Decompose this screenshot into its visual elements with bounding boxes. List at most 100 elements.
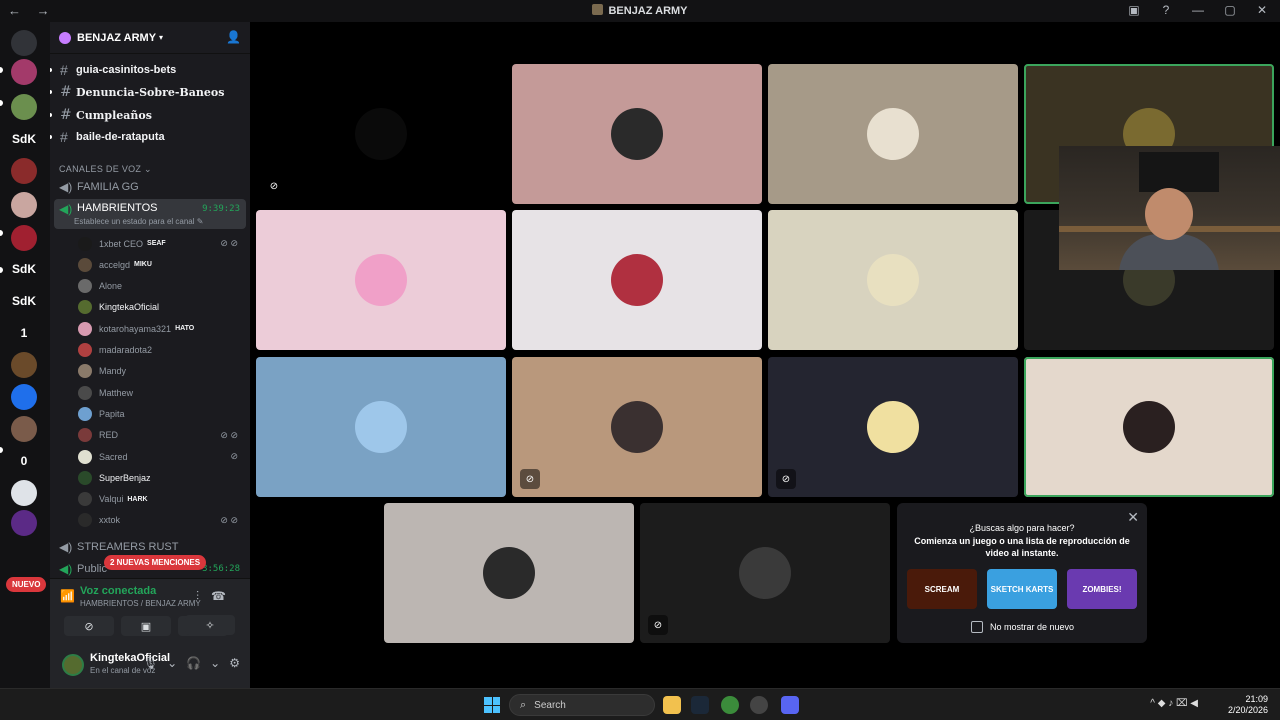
voice-member[interactable]: Sacred ⊘ xyxy=(78,447,244,466)
server-icon[interactable] xyxy=(11,352,37,378)
server-icon[interactable]: 1 xyxy=(11,320,37,346)
unread-pip xyxy=(0,447,3,453)
video-tile[interactable]: ⊘ xyxy=(768,357,1018,497)
noise-suppression-icon[interactable]: ⫶ xyxy=(196,589,211,603)
dont-show-checkbox[interactable] xyxy=(971,621,983,633)
signal-icon[interactable]: 📶 xyxy=(60,589,75,603)
video-tile[interactable] xyxy=(512,64,762,204)
server-icon[interactable]: SdK xyxy=(11,288,37,314)
text-channel[interactable]: # baile-de-rataputa xyxy=(50,127,250,147)
video-tile[interactable] xyxy=(768,210,1018,350)
channel-status[interactable]: Establece un estado para el canal ✎ xyxy=(74,217,203,226)
headphones-icon[interactable]: 🎧 xyxy=(186,656,201,670)
voice-channel-hambrientos[interactable]: ◀) HAMBRIENTOS 9:39:23 Establece un estad… xyxy=(54,199,246,229)
server-icon[interactable] xyxy=(11,416,37,442)
webcam-preview[interactable] xyxy=(1059,146,1280,270)
game-card[interactable]: SCREAM xyxy=(907,569,977,609)
server-header[interactable]: BENJAZ ARMY ▾ 👤 xyxy=(50,22,250,54)
add-member-icon[interactable]: 👤 xyxy=(226,30,241,44)
voice-member[interactable]: Alone xyxy=(78,277,244,296)
voice-member[interactable]: RED ⊘ ⊘ xyxy=(78,426,244,445)
help-icon[interactable]: ? xyxy=(1158,3,1174,17)
video-tile[interactable] xyxy=(512,210,762,350)
system-tray[interactable]: ^ ◆ ♪ ⌧ ◀ xyxy=(1150,698,1198,709)
member-name: Valqui xyxy=(99,494,124,505)
chrome-icon[interactable] xyxy=(721,696,739,714)
close-button[interactable]: ✕ xyxy=(1254,3,1270,17)
muted-icon: ⊘ xyxy=(230,451,238,461)
video-tile[interactable]: ⊘ xyxy=(640,503,890,643)
camera-off-icon: ⊘ xyxy=(776,469,796,489)
server-icon[interactable]: 0 xyxy=(11,448,37,474)
server-icon[interactable] xyxy=(11,480,37,506)
microphone-icon[interactable]: 🎙 xyxy=(143,656,158,670)
hash-icon: # xyxy=(60,107,72,123)
server-icon[interactable] xyxy=(11,510,37,536)
voice-member[interactable]: kotarohayama321 HATO xyxy=(78,319,244,338)
video-tile[interactable] xyxy=(256,210,506,350)
search-box[interactable]: ⌕ Search xyxy=(509,694,655,716)
video-tile[interactable] xyxy=(384,503,634,643)
maximize-button[interactable]: ▢ xyxy=(1222,3,1238,17)
minimize-button[interactable]: — xyxy=(1190,3,1206,17)
text-channel[interactable]: # Denuncia-Sobre-Baneos xyxy=(50,82,250,102)
voice-member[interactable]: Mandy xyxy=(78,362,244,381)
speaker-icon: ◀) xyxy=(59,540,73,554)
voice-member[interactable]: Matthew xyxy=(78,383,244,402)
voice-channel-streamers[interactable]: ◀) STREAMERS RUST xyxy=(54,537,246,557)
voice-member[interactable]: SuperBenjaz xyxy=(78,468,244,487)
server-icon[interactable] xyxy=(11,158,37,184)
text-channel[interactable]: # guia-casinitos-bets xyxy=(50,60,250,80)
gear-icon[interactable]: ⚙ xyxy=(229,656,240,670)
voice-member[interactable]: KingtekaOficial xyxy=(78,298,244,317)
voice-member[interactable]: Valqui HARK xyxy=(78,490,244,509)
voice-member[interactable]: madaradota2 xyxy=(78,341,244,360)
server-icon[interactable]: SdK xyxy=(11,126,37,152)
video-tile[interactable] xyxy=(768,64,1018,204)
search-placeholder: Search xyxy=(534,699,566,711)
voice-channel-name: Public xyxy=(77,563,107,575)
start-button[interactable] xyxy=(484,697,500,713)
screenshare-button[interactable]: ▣ xyxy=(121,616,171,636)
unread-pip xyxy=(0,230,3,236)
inbox-icon[interactable]: ▣ xyxy=(1126,3,1142,17)
server-icon[interactable] xyxy=(11,192,37,218)
discord-icon[interactable] xyxy=(781,696,799,714)
voice-status-title: Voz conectada xyxy=(80,585,157,597)
steam-icon[interactable] xyxy=(691,696,709,714)
camera-button[interactable]: ⊘ xyxy=(64,616,114,636)
voice-channel-familia[interactable]: ◀) FAMILIA GG xyxy=(54,177,246,197)
server-icon[interactable] xyxy=(11,94,37,120)
chevron-down-icon[interactable]: ⌄ xyxy=(167,656,177,670)
server-icon[interactable] xyxy=(11,59,37,85)
window-title-text: BENJAZ ARMY xyxy=(608,5,688,17)
app-icon[interactable] xyxy=(750,696,768,714)
server-icon[interactable] xyxy=(11,225,37,251)
game-card[interactable]: SKETCH KARTS xyxy=(987,569,1057,609)
video-tile[interactable] xyxy=(1024,357,1274,497)
voice-member[interactable]: Papita xyxy=(78,404,244,423)
voice-category[interactable]: CANALES DE VOZ ⌄ xyxy=(59,164,152,175)
game-card[interactable]: ZOMBIES! xyxy=(1067,569,1137,609)
voice-channel-name: STREAMERS RUST xyxy=(77,541,179,553)
server-icon[interactable] xyxy=(11,384,37,410)
server-icon[interactable]: SdK xyxy=(11,256,37,282)
file-explorer-icon[interactable] xyxy=(663,696,681,714)
voice-member[interactable]: xxtok ⊘ ⊘ xyxy=(78,511,244,530)
user-controls: 🎙 ⌄ 🎧 ⌄ ⚙ xyxy=(143,656,240,670)
avatar xyxy=(483,547,535,599)
soundboard-button[interactable]: ✧ xyxy=(185,615,235,635)
disconnect-icon[interactable]: ☎ xyxy=(211,589,238,603)
video-tile[interactable] xyxy=(256,357,506,497)
nuevo-badge[interactable]: NUEVO xyxy=(6,577,47,592)
video-tile[interactable]: ⊘ xyxy=(256,64,506,204)
avatar[interactable] xyxy=(62,654,84,676)
mentions-badge[interactable]: 2 NUEVAS MENCIONES xyxy=(104,555,207,570)
voice-member[interactable]: accelgd MIKU xyxy=(78,255,244,274)
voice-member[interactable]: 1xbet CEO SEAF ⊘ ⊘ xyxy=(78,234,244,253)
chevron-down-icon[interactable]: ⌄ xyxy=(210,656,220,670)
video-tile[interactable]: ⊘ xyxy=(512,357,762,497)
clock[interactable]: 21:09 2/20/2026 xyxy=(1228,694,1268,716)
text-channel[interactable]: # Cumpleaños xyxy=(50,105,250,125)
server-icon[interactable] xyxy=(11,30,37,56)
